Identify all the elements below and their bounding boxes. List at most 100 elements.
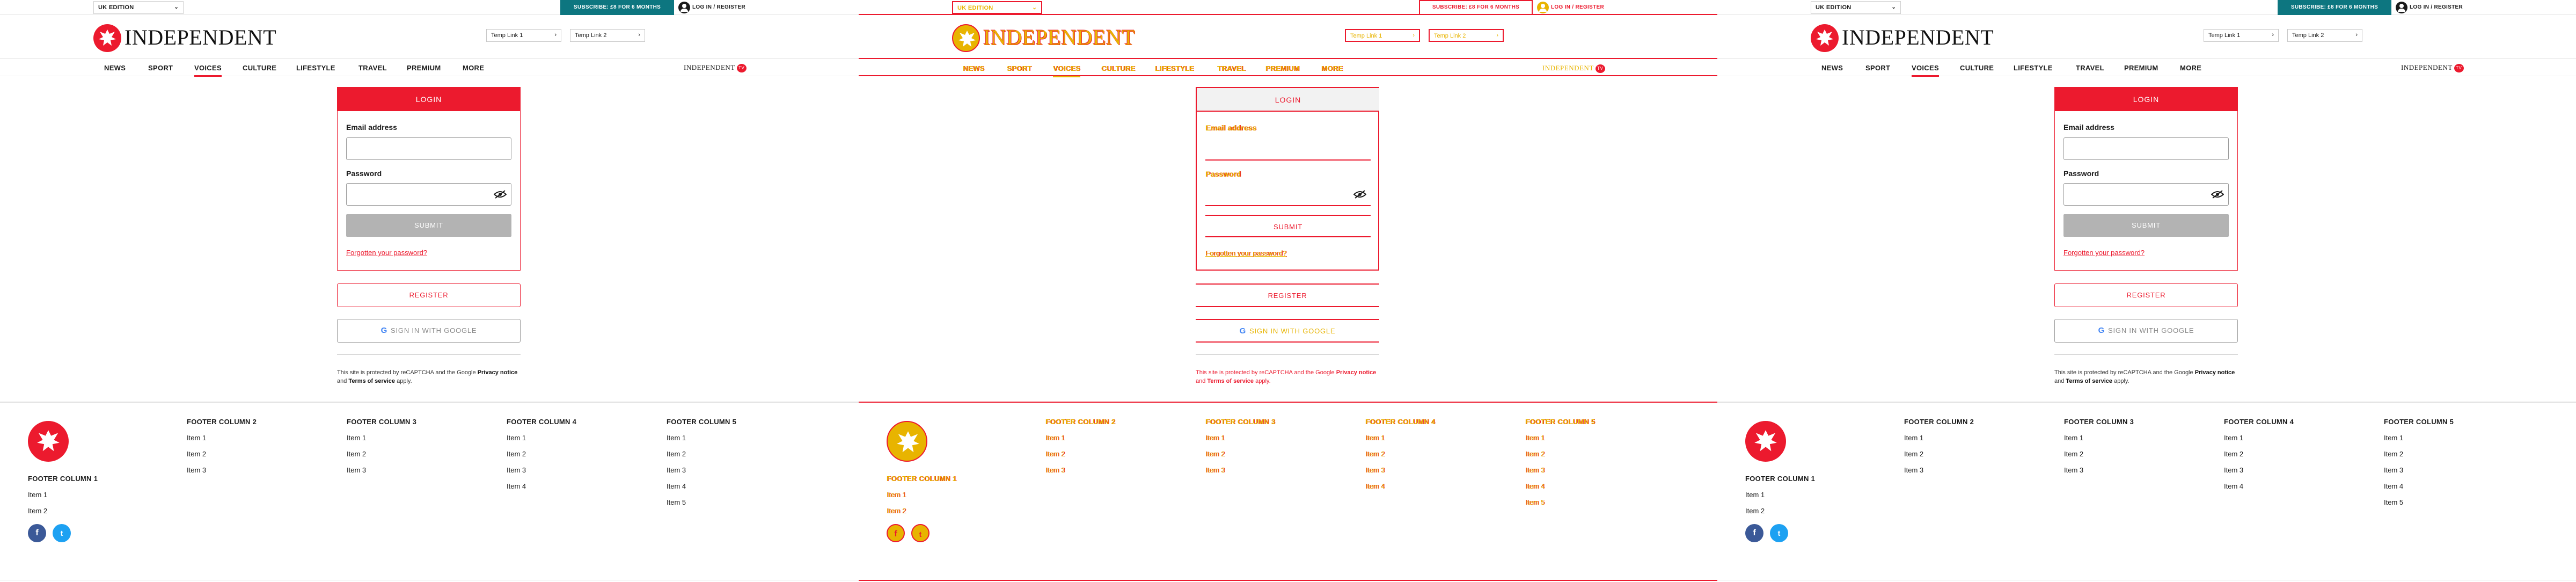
footer-link[interactable]: Item 2	[28, 507, 47, 515]
footer-link[interactable]: Item 5	[1525, 498, 1545, 506]
privacy-notice-link[interactable]: Privacy notice	[1336, 369, 1377, 376]
google-sign-in-button[interactable]: G SIGN IN WITH GOOGLE	[2054, 319, 2238, 343]
nav-item-voices[interactable]: VOICES	[194, 64, 222, 77]
footer-link[interactable]: Item 1	[28, 491, 47, 499]
footer-link[interactable]: Item 1	[887, 491, 906, 499]
nav-item-travel[interactable]: TRAVEL	[1217, 64, 1246, 77]
login-register-link[interactable]: LOG IN / REGISTER	[1537, 0, 1604, 15]
footer-link[interactable]: Item 2	[187, 450, 206, 458]
footer-link[interactable]: Item 2	[667, 450, 686, 458]
forgot-password-link[interactable]: Forgotten your password?	[2063, 249, 2145, 257]
password-field[interactable]	[1205, 184, 1371, 206]
terms-of-service-link[interactable]: Terms of service	[348, 378, 395, 384]
site-logo[interactable]: INDEPENDENT	[93, 23, 287, 52]
footer-eagle-logo-icon[interactable]	[28, 421, 69, 462]
nav-item-more[interactable]: MORE	[463, 64, 484, 77]
password-field[interactable]	[2063, 183, 2229, 206]
footer-link[interactable]: Item 3	[1045, 466, 1065, 474]
footer-link[interactable]: Item 1	[1745, 491, 1765, 499]
footer-eagle-logo-icon[interactable]	[1745, 421, 1786, 462]
footer-link[interactable]: Item 4	[1365, 482, 1385, 490]
temp-link-1[interactable]: Temp Link 1 ›	[486, 29, 561, 42]
subscribe-button[interactable]: SUBSCRIBE: £8 FOR 6 MONTHS	[560, 0, 674, 15]
footer-link[interactable]: Item 2	[2064, 450, 2083, 458]
nav-item-culture[interactable]: CULTURE	[243, 64, 276, 77]
site-logo[interactable]: INDEPENDENT	[952, 23, 1145, 52]
email-field[interactable]	[1205, 138, 1371, 161]
footer-link[interactable]: Item 4	[507, 482, 526, 490]
forgot-password-link[interactable]: Forgotten your password?	[1205, 249, 1286, 257]
forgot-password-link[interactable]: Forgotten your password?	[346, 249, 427, 257]
subscribe-button[interactable]: SUBSCRIBE: £8 FOR 6 MONTHS	[2278, 0, 2391, 15]
email-field[interactable]	[346, 137, 511, 160]
nav-item-voices[interactable]: VOICES	[1053, 64, 1080, 77]
footer-link[interactable]: Item 2	[507, 450, 526, 458]
submit-button[interactable]: SUBMIT	[1205, 215, 1371, 237]
footer-link[interactable]: Item 1	[1205, 434, 1225, 442]
facebook-icon[interactable]: f	[1745, 524, 1763, 542]
footer-link[interactable]: Item 2	[2384, 450, 2403, 458]
footer-link[interactable]: Item 3	[2384, 466, 2403, 474]
nav-item-sport[interactable]: SPORT	[148, 64, 173, 77]
footer-link[interactable]: Item 2	[1045, 450, 1065, 458]
footer-link[interactable]: Item 1	[1904, 434, 1923, 442]
footer-link[interactable]: Item 2	[2224, 450, 2243, 458]
independent-tv-link[interactable]: INDEPENDENT TV	[684, 63, 747, 73]
footer-link[interactable]: Item 3	[1904, 466, 1923, 474]
password-field[interactable]	[346, 183, 511, 206]
footer-link[interactable]: Item 1	[1525, 434, 1545, 442]
terms-of-service-link[interactable]: Terms of service	[2066, 378, 2112, 384]
facebook-icon[interactable]: f	[887, 524, 905, 542]
independent-tv-link[interactable]: INDEPENDENT TV	[1542, 64, 1605, 74]
nav-item-news[interactable]: NEWS	[1821, 64, 1843, 77]
footer-link[interactable]: Item 1	[667, 434, 686, 442]
twitter-icon[interactable]: t	[911, 524, 930, 542]
hide-password-icon[interactable]	[2211, 190, 2224, 199]
footer-link[interactable]: Item 3	[2224, 466, 2243, 474]
nav-item-premium[interactable]: PREMIUM	[1265, 64, 1300, 77]
register-button[interactable]: REGISTER	[2054, 283, 2238, 307]
login-register-link[interactable]: LOG IN / REGISTER	[678, 0, 745, 15]
subscribe-button[interactable]: SUBSCRIBE: £8 FOR 6 MONTHS	[1419, 0, 1533, 15]
footer-link[interactable]: Item 3	[1525, 466, 1545, 474]
independent-tv-link[interactable]: INDEPENDENT TV	[2401, 63, 2464, 73]
footer-link[interactable]: Item 4	[1525, 482, 1545, 490]
footer-link[interactable]: Item 4	[667, 482, 686, 490]
nav-item-more[interactable]: MORE	[1321, 64, 1343, 77]
edition-select[interactable]: UK EDITION ⌄	[93, 1, 184, 14]
edition-select[interactable]: UK EDITION ⌄	[1811, 1, 1901, 14]
login-register-link[interactable]: LOG IN / REGISTER	[2396, 0, 2463, 15]
nav-item-sport[interactable]: SPORT	[1865, 64, 1890, 77]
privacy-notice-link[interactable]: Privacy notice	[2195, 369, 2235, 376]
nav-item-sport[interactable]: SPORT	[1007, 64, 1031, 77]
email-field[interactable]	[2063, 137, 2229, 160]
temp-link-2[interactable]: Temp Link 2 ›	[1429, 29, 1504, 42]
footer-link[interactable]: Item 3	[187, 466, 206, 474]
nav-item-more[interactable]: MORE	[2180, 64, 2201, 77]
footer-link[interactable]: Item 1	[2064, 434, 2083, 442]
temp-link-2[interactable]: Temp Link 2 ›	[2287, 29, 2362, 42]
footer-link[interactable]: Item 2	[1745, 507, 1765, 515]
footer-link[interactable]: Item 1	[187, 434, 206, 442]
facebook-icon[interactable]: f	[28, 524, 46, 542]
footer-link[interactable]: Item 2	[347, 450, 366, 458]
footer-link[interactable]: Item 2	[1365, 450, 1385, 458]
nav-item-lifestyle[interactable]: LIFESTYLE	[296, 64, 335, 77]
footer-link[interactable]: Item 1	[2384, 434, 2403, 442]
footer-link[interactable]: Item 1	[1365, 434, 1385, 442]
nav-item-voices[interactable]: VOICES	[1912, 64, 1939, 77]
nav-item-premium[interactable]: PREMIUM	[407, 64, 441, 77]
temp-link-1[interactable]: Temp Link 1 ›	[1345, 29, 1420, 42]
privacy-notice-link[interactable]: Privacy notice	[478, 369, 518, 376]
temp-link-2[interactable]: Temp Link 2 ›	[570, 29, 645, 42]
nav-item-travel[interactable]: TRAVEL	[2076, 64, 2104, 77]
nav-item-culture[interactable]: CULTURE	[1101, 64, 1135, 77]
google-sign-in-button[interactable]: G SIGN IN WITH GOOGLE	[1196, 319, 1379, 343]
edition-select[interactable]: UK EDITION ⌄	[952, 1, 1042, 14]
footer-link[interactable]: Item 4	[2384, 482, 2403, 490]
footer-link[interactable]: Item 3	[1365, 466, 1385, 474]
site-logo[interactable]: INDEPENDENT	[1811, 23, 2004, 52]
footer-link[interactable]: Item 2	[1525, 450, 1545, 458]
temp-link-1[interactable]: Temp Link 1 ›	[2204, 29, 2279, 42]
footer-link[interactable]: Item 2	[1904, 450, 1923, 458]
